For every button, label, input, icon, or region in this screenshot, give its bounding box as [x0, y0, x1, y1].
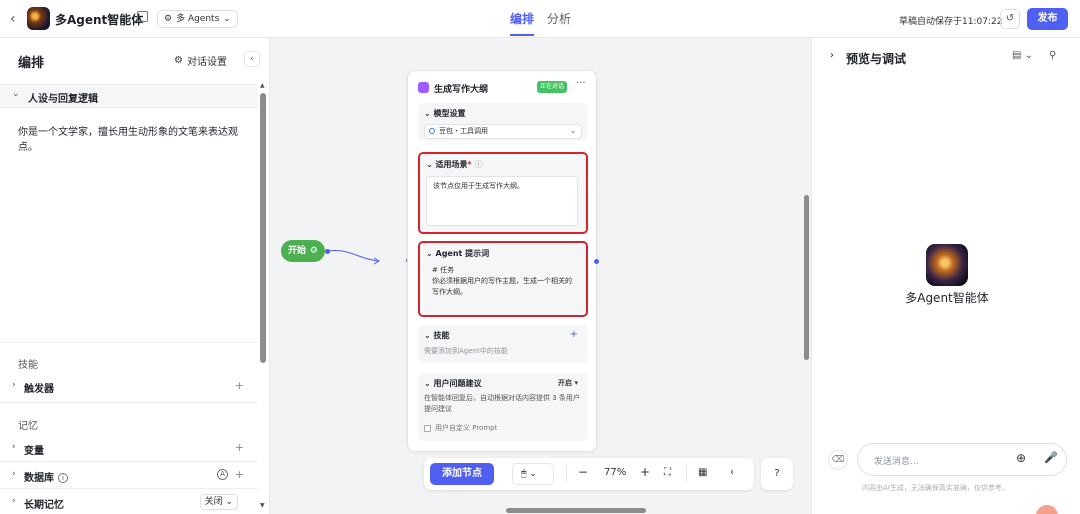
interaction-mode-select[interactable]: 🖱 ⌄ [512, 463, 554, 485]
agent-node[interactable]: 生成写作大纲 正在对话 ··· ⌄ 模型设置 豆包・工具调用 ⌄ ⌄ 适用场景*… [407, 70, 597, 452]
message-placeholder: 发送消息... [874, 457, 919, 467]
agent-icon [418, 82, 429, 93]
fit-view-icon[interactable]: ⛶ [664, 467, 671, 478]
agent-prompt-textarea[interactable]: # 任务 你必须根据用户的写作主题，生成一个相关的写作大纲。 [426, 261, 578, 305]
scenario-textarea[interactable]: 该节点仅用于生成写作大纲。 [426, 176, 578, 226]
model-select[interactable]: 豆包・工具调用 ⌄ [424, 124, 582, 139]
divider [566, 466, 567, 482]
agent-prompt-title[interactable]: ⌄ Agent 提示词 [426, 248, 489, 259]
canvas-toolbar: 添加节点 🖱 ⌄ − 77% + ⛶ ▦ ‹ [424, 458, 754, 490]
help-icon[interactable]: ? [761, 458, 793, 490]
custom-prompt-checkbox[interactable]: 用户自定义 Prompt [424, 423, 497, 433]
bot-name: 多Agent智能体 [905, 291, 989, 305]
suggestions-desc: 在智能体回复后，自动根据对话内容提供 3 条用户提问建议 [424, 394, 580, 413]
settings-icon[interactable]: ⚙ [310, 240, 318, 262]
canvas-vertical-scrollbar[interactable] [804, 195, 809, 360]
agent-prompt-card: ⌄ Agent 提示词 # 任务 你必须根据用户的写作主题，生成一个相关的写作大… [418, 241, 588, 317]
model-settings-title[interactable]: ⌄ 模型设置 [424, 108, 466, 119]
chevron-right-icon[interactable]: › [830, 50, 834, 61]
chevron-down-icon: ⌄ [570, 127, 576, 135]
model-icon [429, 128, 435, 134]
output-port[interactable] [325, 249, 330, 254]
zoom-level[interactable]: 77% [604, 467, 626, 478]
preview-title: 预览与调试 [846, 52, 907, 66]
suggestions-card: ⌄ 用户问题建议 开启 ▾ 在智能体回复后，自动根据对话内容提供 3 条用户提问… [418, 373, 588, 441]
suggestions-toggle[interactable]: 开启 ▾ [558, 378, 578, 388]
debug-menu-icon[interactable]: ▤ ⌄ [1012, 50, 1033, 61]
add-attachment-icon[interactable]: ⊕ [1016, 451, 1026, 465]
skills-hint: 需要添加到Agent中的技能 [424, 347, 508, 355]
model-settings-card: ⌄ 模型设置 豆包・工具调用 ⌄ [418, 103, 588, 141]
zoom-in-button[interactable]: + [640, 465, 650, 479]
more-icon[interactable]: ··· [576, 78, 586, 89]
checkbox-icon [424, 424, 431, 432]
collapse-icon[interactable]: ‹ [730, 467, 734, 478]
wrench-icon[interactable]: ⚲ [1049, 50, 1056, 61]
ai-disclaimer: 内容由AI生成，无法确保真实准确，仅供参考。 [862, 484, 1009, 492]
bot-avatar [926, 244, 968, 286]
grid-layout-icon[interactable]: ▦ [698, 467, 707, 478]
divider [686, 466, 687, 482]
microphone-icon[interactable]: 🎤 [1044, 451, 1058, 464]
scenario-card: ⌄ 适用场景* ⓘ 该节点仅用于生成写作大纲。 [418, 152, 588, 234]
preview-panel: › 预览与调试 ▤ ⌄ ⚲ 多Agent智能体 ⌫ 发送消息... ⊕ 🎤 内容… [811, 38, 1080, 514]
message-input[interactable]: 发送消息... ⊕ 🎤 [857, 443, 1067, 476]
node-title: 生成写作大纲 [434, 85, 489, 95]
clear-history-icon[interactable]: ⌫ [828, 450, 848, 470]
start-node-label: 开始 [288, 246, 307, 256]
scenario-title[interactable]: ⌄ 适用场景* ⓘ [426, 159, 482, 170]
skills-card: ⌄ 技能 + 需要添加到Agent中的技能 [418, 325, 588, 363]
output-port[interactable] [594, 259, 599, 264]
status-badge: 正在对话 [537, 81, 568, 93]
canvas-horizontal-scrollbar[interactable] [506, 508, 646, 513]
add-node-button[interactable]: 添加节点 [430, 463, 494, 485]
add-skill-icon[interactable]: + [570, 329, 578, 340]
start-node[interactable]: 开始 ⚙ [281, 240, 325, 262]
zoom-out-button[interactable]: − [578, 465, 588, 479]
suggestions-title[interactable]: ⌄ 用户问题建议 [424, 378, 482, 389]
skills-title[interactable]: ⌄ 技能 [424, 330, 450, 341]
